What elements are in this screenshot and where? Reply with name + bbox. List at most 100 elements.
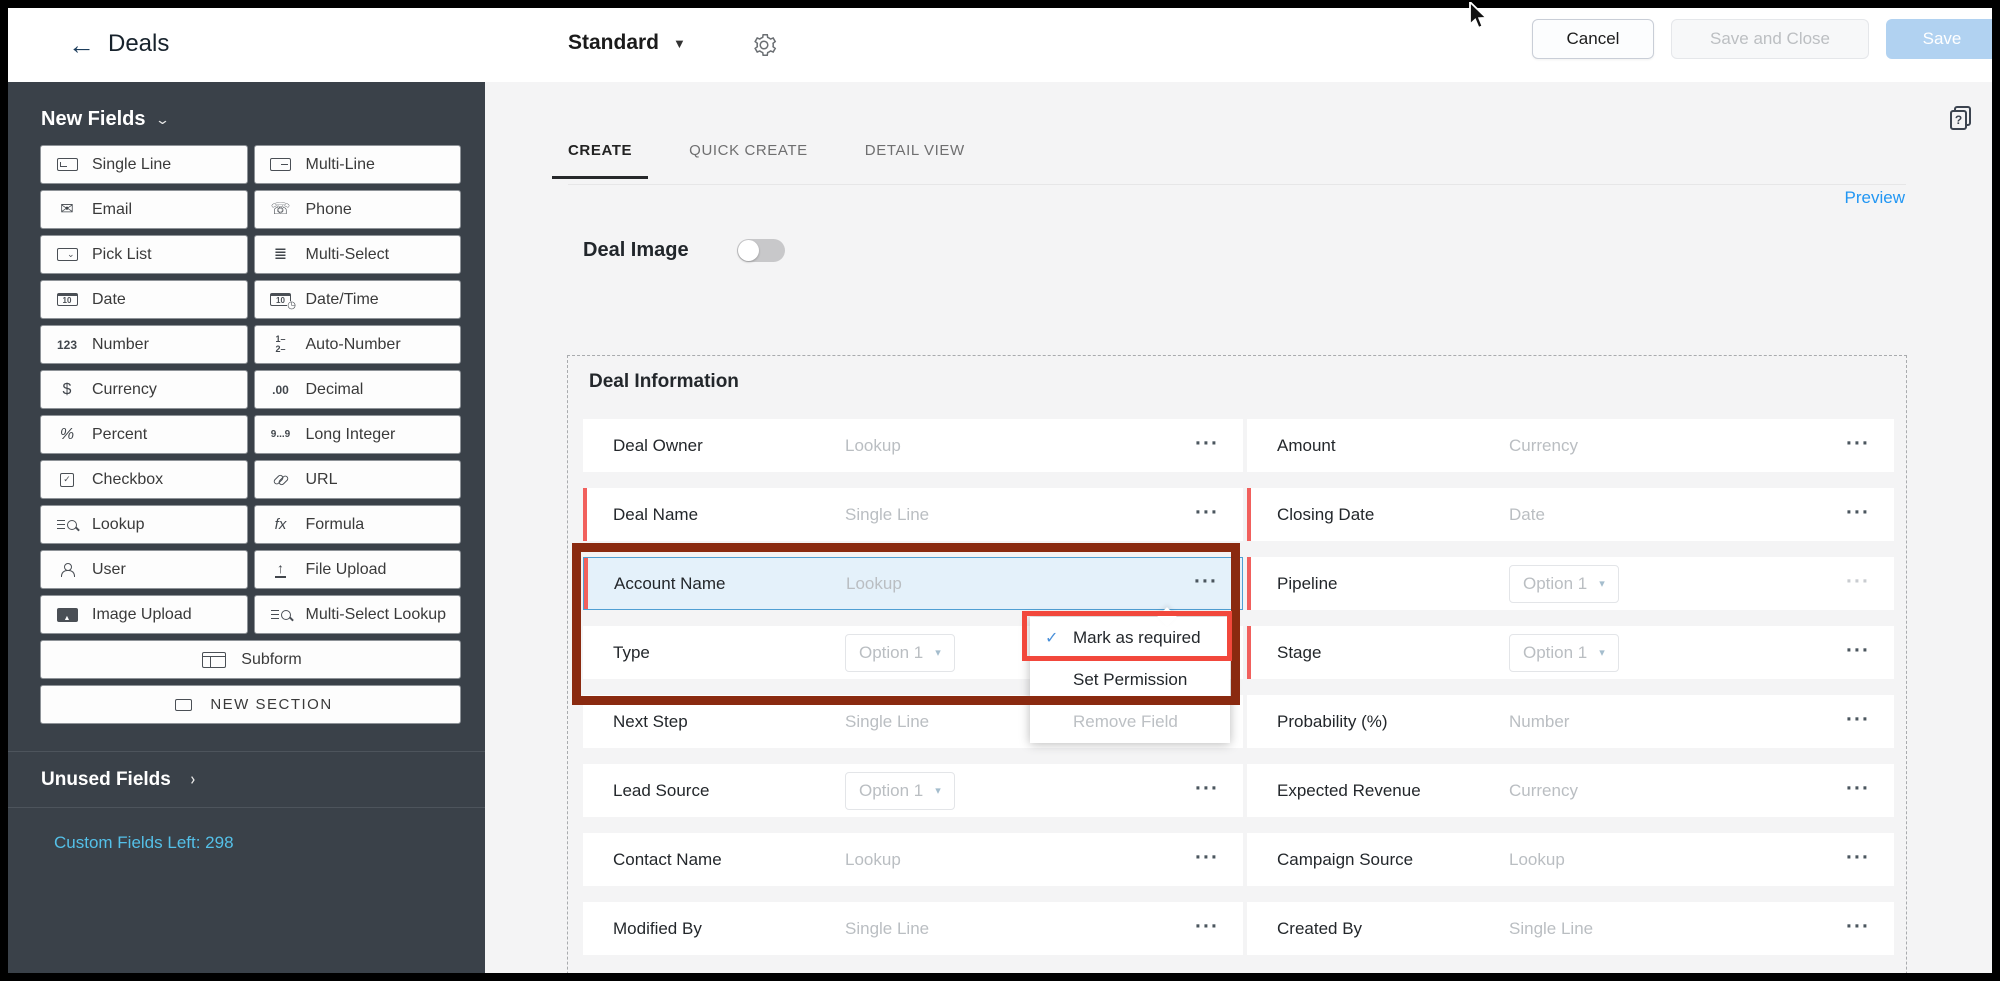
row-actions-button[interactable]: ··· — [1846, 432, 1870, 456]
field-type-placeholder: Single Line — [1509, 918, 1594, 938]
check-icon: ✓ — [1045, 630, 1059, 647]
tab-create[interactable]: CREATE — [552, 126, 649, 179]
field-type-button-decimal[interactable]: .00 Decimal — [253, 370, 461, 409]
row-actions-button[interactable]: ··· — [1195, 432, 1219, 456]
app-window: ← Deals Standard ▼ Cancel Save and Close… — [8, 8, 1992, 973]
toggle-knob — [737, 240, 759, 261]
pick-list-icon: ⌄ — [52, 248, 82, 261]
field-label: Pipeline — [1277, 573, 1338, 593]
field-type-button-pick-list[interactable]: ⌄ Pick List — [40, 235, 248, 274]
chevron-down-icon: ▾ — [935, 785, 941, 797]
field-row-expected-revenue[interactable]: Expected Revenue Currency ··· — [1247, 764, 1894, 817]
field-label: Next Step — [613, 711, 688, 731]
field-row-campaign-source[interactable]: Campaign Source Lookup ··· — [1247, 833, 1894, 886]
field-type-button-checkbox[interactable]: ✓ Checkbox — [40, 460, 248, 499]
menu-item-label: Mark as required — [1073, 628, 1201, 647]
field-type-button-image-upload[interactable]: ▲ Image Upload — [40, 595, 248, 634]
field-type-label: Checkbox — [92, 470, 164, 488]
field-type-placeholder: Number — [1509, 711, 1570, 731]
field-row-lead-source[interactable]: Lead Source Option 1 ▾ ··· — [583, 764, 1243, 817]
gear-icon[interactable] — [751, 32, 777, 58]
field-type-button-auto-number[interactable]: 1– 2– Auto-Number — [253, 325, 461, 364]
field-type-label: Auto-Number — [305, 335, 401, 353]
back-arrow-icon[interactable]: ← — [68, 30, 95, 61]
field-type-button-multi-line[interactable]: Multi-Line — [253, 145, 461, 184]
menu-item-set-permission[interactable]: Set Permission — [1030, 659, 1230, 701]
row-actions-button[interactable]: ··· — [1846, 501, 1870, 525]
field-label: Deal Name — [613, 504, 699, 524]
row-actions-button[interactable]: ··· — [1194, 570, 1218, 594]
field-type-button-long-integer[interactable]: 9...9 Long Integer — [253, 415, 461, 454]
custom-fields-left-link[interactable]: Custom Fields Left: 298 — [8, 808, 485, 853]
field-type-button-number[interactable]: 123 Number — [40, 325, 248, 364]
field-type-button-date-time[interactable]: 10 ◷ Date/Time — [253, 280, 461, 319]
unused-fields-label: Unused Fields — [41, 769, 171, 790]
email-icon: ✉ — [60, 200, 74, 218]
row-actions-button[interactable]: ··· — [1195, 846, 1219, 870]
field-label: Closing Date — [1277, 504, 1375, 524]
field-type-button-lookup[interactable]: Lookup — [40, 505, 248, 544]
field-type-placeholder: Currency — [1509, 780, 1578, 800]
field-type-button-file-upload[interactable]: ↑ File Upload — [253, 550, 461, 589]
field-type-label: Long Integer — [305, 425, 396, 443]
field-type-button-url[interactable]: URL — [253, 460, 461, 499]
row-actions-button[interactable]: ··· — [1846, 846, 1870, 870]
help-icon[interactable]: ? — [1950, 106, 1974, 132]
field-type-button-formula[interactable]: fx Formula — [253, 505, 461, 544]
picklist-value: Option 1 — [1523, 642, 1588, 662]
field-row-pipeline[interactable]: Pipeline Option 1 ▾ ··· — [1247, 557, 1894, 610]
field-type-button-email[interactable]: ✉ Email — [40, 190, 248, 229]
field-row-account-name[interactable]: Account Name Lookup ··· — [583, 557, 1243, 610]
cancel-button[interactable]: Cancel — [1532, 19, 1654, 59]
field-type-button-subform[interactable]: Subform — [40, 640, 461, 679]
row-actions-button[interactable]: ··· — [1195, 501, 1219, 525]
field-type-button-date[interactable]: 10 Date — [40, 280, 248, 319]
field-row-deal-name[interactable]: Deal Name Single Line ··· — [583, 488, 1243, 541]
field-row-created-by[interactable]: Created By Single Line ··· — [1247, 902, 1894, 955]
field-type-label: NEW SECTION — [210, 696, 333, 713]
new-fields-header[interactable]: New Fields ⌄ — [8, 82, 485, 145]
row-actions-button[interactable]: ··· — [1846, 708, 1870, 732]
deal-image-toggle[interactable] — [736, 239, 785, 262]
save-button[interactable]: Save — [1886, 19, 1992, 59]
row-actions-button[interactable]: ··· — [1846, 915, 1870, 939]
field-row-contact-name[interactable]: Contact Name Lookup ··· — [583, 833, 1243, 886]
long-integer-icon: 9...9 — [270, 429, 291, 440]
image-upload-icon: ▲ — [52, 607, 82, 622]
user-icon — [52, 562, 82, 577]
field-label: Stage — [1277, 642, 1322, 662]
save-and-close-button[interactable]: Save and Close — [1671, 19, 1869, 59]
field-type-button-multi-select-lookup[interactable]: Multi-Select Lookup — [253, 595, 461, 634]
field-type-button-new-section[interactable]: NEW SECTION — [40, 685, 461, 724]
row-actions-button[interactable]: ··· — [1846, 570, 1870, 594]
preview-link[interactable]: Preview — [1845, 188, 1905, 208]
field-type-button-percent[interactable]: % Percent — [40, 415, 248, 454]
field-row-probability[interactable]: Probability (%) Number ··· — [1247, 695, 1894, 748]
field-type-button-multi-select[interactable]: ≣ Multi-Select — [253, 235, 461, 274]
page-title: Deals — [108, 30, 170, 57]
tab-quick-create[interactable]: QUICK CREATE — [689, 126, 808, 179]
row-actions-button[interactable]: ··· — [1846, 639, 1870, 663]
menu-item-mark-as-required[interactable]: ✓ Mark as required — [1030, 617, 1230, 659]
field-row-stage[interactable]: Stage Option 1 ▾ ··· — [1247, 626, 1894, 679]
field-row-deal-owner[interactable]: Deal Owner Lookup ··· — [583, 419, 1243, 472]
tabs-divider — [568, 184, 1906, 185]
field-row-closing-date[interactable]: Closing Date Date ··· — [1247, 488, 1894, 541]
row-actions-button[interactable]: ··· — [1846, 777, 1870, 801]
field-type-button-user[interactable]: User — [40, 550, 248, 589]
row-actions-button[interactable]: ··· — [1195, 777, 1219, 801]
tab-detail-view[interactable]: DETAIL VIEW — [865, 126, 965, 179]
field-type-label: Currency — [92, 380, 157, 398]
field-type-button-single-line[interactable]: Single Line — [40, 145, 248, 184]
field-type-button-currency[interactable]: $ Currency — [40, 370, 248, 409]
field-type-button-phone[interactable]: ☏ Phone — [253, 190, 461, 229]
layout-selector[interactable]: Standard ▼ — [568, 31, 686, 55]
unused-fields-toggle[interactable]: Unused Fields ⌄ — [8, 752, 485, 807]
field-row-amount[interactable]: Amount Currency ··· — [1247, 419, 1894, 472]
field-type-grid: Single Line Multi-Line ✉ Email ☏ Phone ⌄ Pick L… — [8, 145, 485, 724]
row-actions-button[interactable]: ··· — [1195, 915, 1219, 939]
field-row-modified-by[interactable]: Modified By Single Line ··· — [583, 902, 1243, 955]
field-type-label: Phone — [305, 200, 352, 218]
menu-item-label: Set Permission — [1073, 670, 1188, 689]
field-type-label: Date — [92, 290, 126, 308]
